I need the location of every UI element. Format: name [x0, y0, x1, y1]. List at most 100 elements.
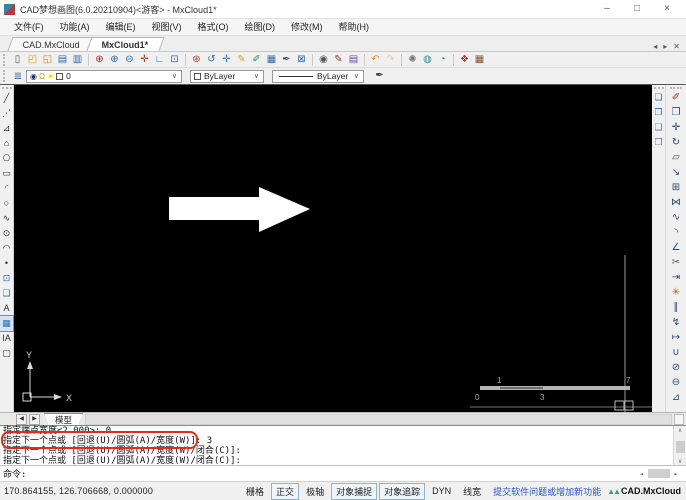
scrollbar-thumb[interactable] — [676, 441, 685, 453]
splitter-handle[interactable] — [674, 414, 684, 425]
modify-icon-circle-edit[interactable]: ⊖ — [668, 375, 684, 390]
toolbar-icon-save-as[interactable]: ▥ — [70, 53, 85, 67]
toolbar-icon-edit-pencil[interactable]: ✎ — [234, 53, 249, 67]
chevron-down-icon[interactable]: ∨ — [352, 72, 361, 80]
toolbar-icon-website[interactable]: ◍ — [420, 53, 435, 67]
modify-icon-lengthen[interactable]: ↦ — [668, 330, 684, 345]
draw-icon-construction-line[interactable]: ⋰ — [0, 106, 13, 121]
toolbar-drag-handle[interactable] — [2, 87, 12, 90]
draw-icon-rectangle[interactable]: ▭ — [0, 166, 13, 181]
doc-tab-mxcloud1[interactable]: MxCloud1* — [86, 37, 164, 51]
modify-icon-erase[interactable]: ✐ — [668, 90, 684, 105]
command-history[interactable]: 指定端点宽度<2.000>: 0指定下一个点或 [回退(U)/圆弧(A)/宽度(… — [0, 425, 686, 465]
clipboard-icon-copy-clip[interactable]: ❐ — [652, 105, 665, 120]
modify-icon-rotate[interactable]: ↻ — [668, 135, 684, 150]
layer-lock-icon[interactable]: Ω — [39, 72, 45, 81]
minimize-button[interactable]: – — [592, 1, 622, 18]
toolbar-icon-pan[interactable]: ✛ — [137, 53, 152, 67]
toolbar-drag-handle[interactable] — [670, 87, 682, 89]
toolbar-drag-handle[interactable] — [3, 54, 7, 66]
draw-icon-ellipse[interactable]: ⊙ — [0, 226, 13, 241]
layout-prev-icon[interactable]: ◀ — [16, 414, 27, 425]
modify-icon-chamfer[interactable]: ∠ — [668, 240, 684, 255]
tab-scroll-right-icon[interactable]: ▸ — [660, 42, 670, 51]
modify-icon-trim[interactable]: ✂ — [668, 255, 684, 270]
match-properties-icon[interactable]: ✒ — [372, 69, 387, 83]
draw-icon-polyline[interactable]: ⊿ — [0, 121, 13, 136]
toolbar-icon-redraw[interactable]: ⊛ — [189, 53, 204, 67]
toolbar-drag-handle[interactable] — [3, 70, 7, 82]
layer-on-icon[interactable]: ◉ — [30, 72, 37, 81]
menu-item[interactable]: 功能(A) — [52, 19, 98, 35]
toolbar-icon-find[interactable]: ◉ — [316, 53, 331, 67]
modify-icon-offset[interactable]: ∥ — [668, 300, 684, 315]
close-button[interactable]: × — [652, 1, 682, 18]
toolbar-icon-save[interactable]: ▤ — [55, 53, 70, 67]
draw-icon-arc[interactable]: ◜ — [0, 181, 13, 196]
draw-icon-point[interactable]: • — [0, 256, 13, 271]
command-prompt[interactable]: 命令: — [0, 467, 26, 480]
chevron-down-icon[interactable]: ∨ — [170, 72, 179, 80]
status-toggle-dyn[interactable]: DYN — [427, 484, 456, 498]
layer-freeze-icon[interactable]: ☀ — [47, 72, 54, 81]
scroll-right-icon[interactable]: ▸ — [670, 470, 682, 478]
maximize-button[interactable]: □ — [622, 1, 652, 18]
toolbar-icon-regen[interactable]: ↺ — [204, 53, 219, 67]
clipboard-icon-cut[interactable]: ❏ — [652, 90, 665, 105]
chevron-down-icon[interactable]: ∨ — [252, 72, 261, 80]
toolbar-icon-open-file[interactable]: ◰ — [25, 53, 40, 67]
doc-tab-cad-mxcloud[interactable]: CAD.MxCloud — [7, 37, 95, 51]
modify-icon-mirror[interactable]: ⋈ — [668, 195, 684, 210]
clipboard-icon-paste-block[interactable]: ❒ — [652, 135, 665, 150]
tab-model[interactable]: 模型 — [44, 413, 83, 425]
toolbar-icon-undo[interactable]: ↶ — [368, 53, 383, 67]
status-toggle-otrack[interactable]: 对象追踪 — [379, 483, 425, 500]
scrollbar-thumb[interactable] — [648, 469, 670, 478]
toolbar-icon-about[interactable]: ◔ — [435, 53, 450, 67]
status-toggle-polar[interactable]: 极轴 — [301, 483, 329, 500]
draw-icon-hatch[interactable]: ▦ — [0, 316, 13, 331]
tab-close-icon[interactable]: ✕ — [670, 42, 683, 51]
status-toggle-osnap[interactable]: 对象捕捉 — [331, 483, 377, 500]
linetype-select[interactable]: ByLayer ∨ — [272, 70, 364, 83]
draw-icon-circle[interactable]: ○ — [0, 196, 13, 211]
modify-icon-copy[interactable]: ❐ — [668, 105, 684, 120]
toolbar-icon-open-cloud[interactable]: ◱ — [40, 53, 55, 67]
menu-item[interactable]: 视图(V) — [144, 19, 190, 35]
clipboard-icon-paste[interactable]: ❑ — [652, 120, 665, 135]
toolbar-icon-redo[interactable]: ↷ — [383, 53, 398, 67]
scroll-left-icon[interactable]: ◂ — [636, 470, 648, 478]
status-toggle-lineweight[interactable]: 线宽 — [458, 483, 486, 500]
modify-icon-explode[interactable]: ✳ — [668, 285, 684, 300]
drawing-canvas[interactable]: Y X 1 7 0 3 — [14, 85, 652, 412]
toolbar-icon-edit-text[interactable]: ✎ — [331, 53, 346, 67]
draw-icon-text[interactable]: A — [0, 301, 13, 316]
toolbar-icon-zoom-in[interactable]: ⊕ — [107, 53, 122, 67]
modify-icon-break[interactable]: ↯ — [668, 315, 684, 330]
modify-icon-polyline-edit[interactable]: ⊿ — [668, 390, 684, 405]
draw-icon-spline[interactable]: ∿ — [0, 211, 13, 226]
toolbar-icon-options[interactable]: ✺ — [405, 53, 420, 67]
command-scrollbar[interactable]: ∧ ∨ — [673, 426, 686, 466]
toolbar-icon-export-pdf[interactable]: ❖ — [457, 53, 472, 67]
toolbar-icon-save-block[interactable]: ▤ — [346, 53, 361, 67]
layer-select[interactable]: ◉ Ω ☀ 0 ∨ — [26, 70, 182, 83]
draw-icon-polygon[interactable]: ⌂ — [0, 136, 13, 151]
draw-icon-ellipse-arc[interactable]: ◠ — [0, 241, 13, 256]
modify-icon-spline-edit[interactable]: ∿ — [668, 210, 684, 225]
menu-item[interactable]: 绘图(D) — [237, 19, 284, 35]
layout-next-icon[interactable]: ▶ — [29, 414, 40, 425]
draw-icon-make-block[interactable]: ❏ — [0, 286, 13, 301]
toolbar-icon-draw-pen[interactable]: ✒ — [279, 53, 294, 67]
modify-icon-array[interactable]: ⊞ — [668, 180, 684, 195]
command-hscrollbar[interactable]: ◂ ▸ — [636, 469, 686, 478]
toolbar-icon-move-view[interactable]: ✛ — [219, 53, 234, 67]
draw-icon-inscribed-polygon[interactable]: ⎔ — [0, 151, 13, 166]
toolbar-drag-handle[interactable] — [654, 87, 664, 89]
menu-item[interactable]: 帮助(H) — [331, 19, 378, 35]
toolbar-icon-zoom-window[interactable]: ⊡ — [167, 53, 182, 67]
command-input-row[interactable]: 命令: ◂ ▸ — [0, 465, 686, 481]
toolbar-icon-zoom-previous[interactable]: ∟ — [152, 53, 167, 67]
modify-icon-stretch[interactable]: ↘ — [668, 165, 684, 180]
draw-icon-region[interactable]: ▢ — [0, 346, 13, 361]
